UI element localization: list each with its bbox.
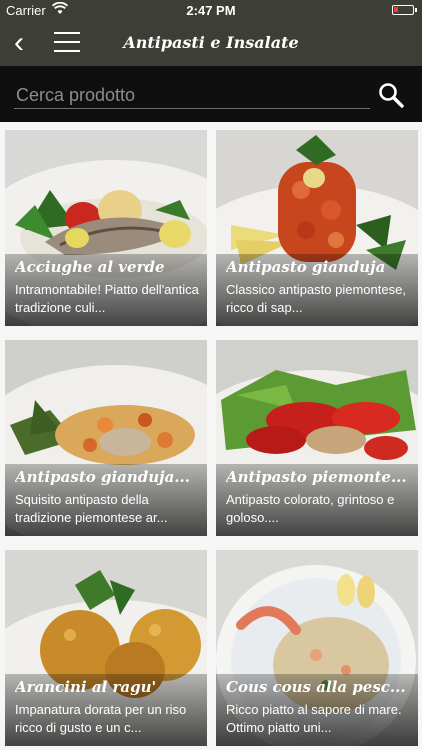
product-description: Intramontabile! Piatto dell'antica tradi… — [15, 282, 199, 315]
product-title: Cous cous alla pesc... — [226, 678, 406, 696]
status-bar: Carrier 2:47 PM — [0, 0, 422, 22]
product-card[interactable]: Cous cous alla pesc... Ricco piatto al s… — [216, 550, 418, 746]
product-card[interactable]: Antipasto gianduja Classico antipasto pi… — [216, 130, 418, 326]
card-caption: Cous cous alla pesc... Ricco piatto al s… — [216, 674, 418, 746]
search-bar — [0, 66, 422, 122]
product-description: Antipasto colorato, grintoso e goloso...… — [226, 492, 395, 525]
product-description: Ricco piatto al sapore di mare. Ottimo p… — [226, 702, 402, 735]
product-description: Squisito antipasto della tradizione piem… — [15, 492, 168, 525]
product-card[interactable]: Antipasto gianduja... Squisito antipasto… — [5, 340, 207, 536]
product-card[interactable]: Antipasto piemonte... Antipasto colorato… — [216, 340, 418, 536]
battery-icon — [392, 5, 417, 15]
product-title: Antipasto gianduja... — [15, 468, 190, 486]
clock-time: 2:47 PM — [186, 3, 236, 18]
product-title: Acciughe al verde — [15, 258, 165, 276]
product-title: Antipasto piemonte... — [226, 468, 407, 486]
product-title: Arancini al ragu' — [15, 678, 157, 696]
product-card[interactable]: Arancini al ragu' Impanatura dorata per … — [5, 550, 207, 746]
search-input[interactable] — [14, 82, 370, 109]
product-description: Impanatura dorata per un riso ricco di g… — [15, 702, 187, 735]
product-grid: Acciughe al verde Intramontabile! Piatto… — [0, 122, 422, 750]
card-caption: Acciughe al verde Intramontabile! Piatto… — [5, 254, 207, 326]
product-title: Antipasto gianduja — [226, 258, 386, 276]
navigation-bar: ‹ Antipasti e Insalate — [0, 22, 422, 66]
card-caption: Antipasto gianduja Classico antipasto pi… — [216, 254, 418, 326]
card-caption: Antipasto piemonte... Antipasto colorato… — [216, 464, 418, 536]
product-card[interactable]: Acciughe al verde Intramontabile! Piatto… — [5, 130, 207, 326]
card-caption: Arancini al ragu' Impanatura dorata per … — [5, 674, 207, 746]
product-description: Classico antipasto piemontese, ricco di … — [226, 282, 406, 315]
page-title: Antipasti e Insalate — [123, 33, 299, 52]
search-icon[interactable] — [378, 82, 404, 108]
card-caption: Antipasto gianduja... Squisito antipasto… — [5, 464, 207, 536]
